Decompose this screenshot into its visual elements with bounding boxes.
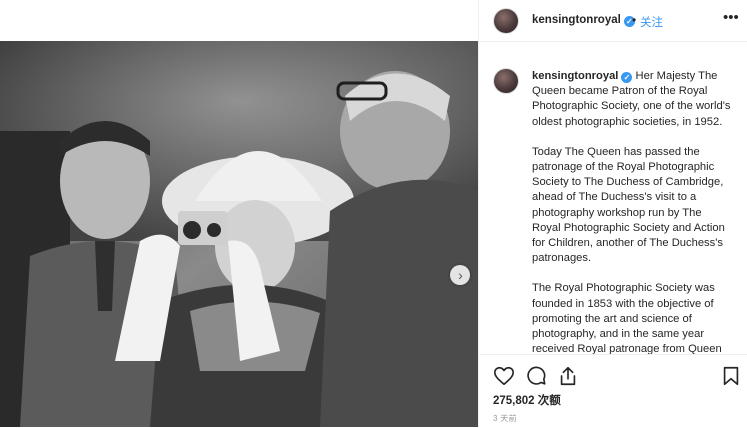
view-count[interactable]: 275,802 次额 bbox=[493, 392, 561, 408]
post-side-panel: kensingtonroyal ✓ • 关注 ••• kensingtonroya… bbox=[478, 0, 747, 427]
avatar[interactable] bbox=[494, 9, 518, 33]
header-username[interactable]: kensingtonroyal ✓ bbox=[532, 14, 635, 27]
instagram-post-page: › kensingtonroyal ✓ • 关注 ••• kensingtonro… bbox=[0, 0, 747, 427]
photo-illustration bbox=[0, 41, 478, 427]
post-actions: 275,802 次额 3 天前 bbox=[479, 354, 747, 428]
carousel-next-button[interactable]: › bbox=[450, 265, 470, 285]
caption-paragraph: kensingtonroyal ✓ Her Majesty The Queen b… bbox=[532, 70, 731, 128]
header-username-label[interactable]: kensingtonroyal bbox=[532, 14, 621, 26]
caption-avatar[interactable] bbox=[494, 69, 518, 93]
caption-area: kensingtonroyal ✓ Her Majesty The Queen b… bbox=[479, 42, 747, 354]
more-horizontal-icon[interactable]: ••• bbox=[723, 10, 739, 25]
follow-button[interactable]: 关注 bbox=[640, 14, 663, 30]
post-photo[interactable]: › bbox=[0, 41, 478, 427]
comment-icon[interactable] bbox=[525, 365, 547, 387]
caption-username[interactable]: kensingtonroyal ✓ bbox=[532, 70, 633, 84]
verified-check-icon: ✓ bbox=[621, 72, 633, 84]
caption-paragraph: The Royal Photographic Society was found… bbox=[532, 282, 722, 354]
bookmark-icon[interactable] bbox=[720, 365, 742, 387]
post-timestamp[interactable]: 3 天前 bbox=[493, 413, 517, 424]
share-icon[interactable] bbox=[557, 365, 579, 387]
header-separator: • bbox=[632, 13, 637, 27]
caption-text: kensingtonroyal ✓ Her Majesty The Queen b… bbox=[532, 69, 732, 354]
chevron-right-icon: › bbox=[458, 267, 463, 283]
caption-paragraph: Today The Queen has passed the patronage… bbox=[532, 145, 725, 265]
heart-icon[interactable] bbox=[493, 365, 515, 387]
post-header: kensingtonroyal ✓ • 关注 ••• bbox=[479, 0, 747, 42]
